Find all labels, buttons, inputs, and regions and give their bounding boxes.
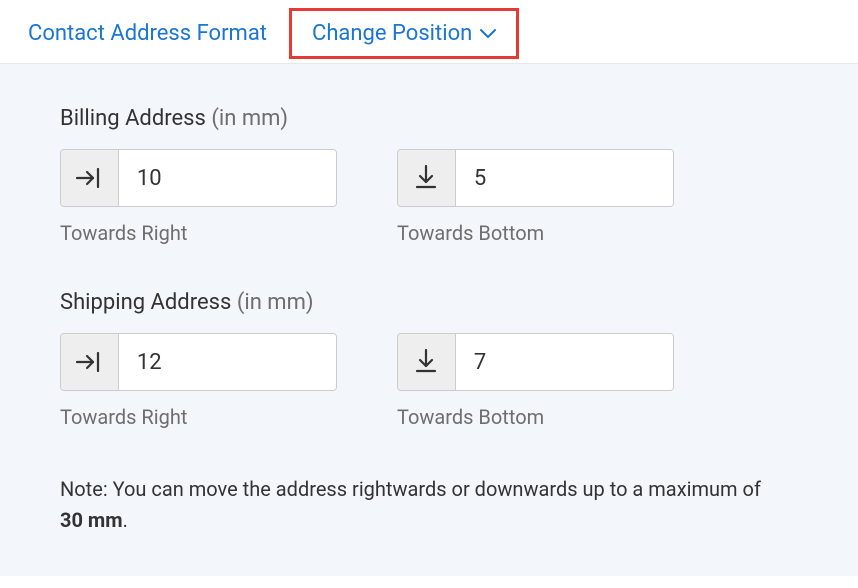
tab-change-position-label: Change Position — [312, 21, 472, 46]
shipping-right-input[interactable] — [119, 334, 336, 390]
note-text: Note: You can move the address rightward… — [60, 474, 780, 536]
shipping-right-field: Towards Right — [60, 333, 337, 429]
shipping-bottom-input[interactable] — [456, 334, 673, 390]
billing-right-input[interactable] — [119, 150, 336, 206]
billing-address-title-text: Billing Address — [60, 106, 206, 131]
shipping-bottom-input-group — [397, 333, 674, 391]
note-suffix: . — [123, 508, 128, 532]
arrow-down-bar-icon — [398, 150, 456, 206]
shipping-right-hint: Towards Right — [60, 405, 337, 429]
shipping-address-title-text: Shipping Address — [60, 290, 231, 315]
tab-change-position[interactable]: Change Position — [289, 8, 519, 59]
note-max: 30 mm — [60, 508, 123, 532]
billing-address-title: Billing Address (in mm) — [60, 106, 798, 131]
change-position-panel: Billing Address (in mm) Towards Right To… — [0, 64, 858, 576]
shipping-address-title: Shipping Address (in mm) — [60, 290, 798, 315]
note-prefix: Note: You can move the address rightward… — [60, 477, 761, 501]
shipping-address-unit: (in mm) — [237, 290, 314, 315]
billing-bottom-hint: Towards Bottom — [397, 221, 674, 245]
arrow-right-bar-icon — [61, 150, 119, 206]
shipping-row: Towards Right Towards Bottom — [60, 333, 798, 429]
billing-row: Towards Right Towards Bottom — [60, 149, 798, 245]
shipping-right-input-group — [60, 333, 337, 391]
billing-right-input-group — [60, 149, 337, 207]
shipping-bottom-field: Towards Bottom — [397, 333, 674, 429]
arrow-down-bar-icon — [398, 334, 456, 390]
arrow-right-bar-icon — [61, 334, 119, 390]
tab-contact-address-format[interactable]: Contact Address Format — [28, 21, 267, 46]
chevron-down-icon — [480, 29, 496, 39]
billing-right-hint: Towards Right — [60, 221, 337, 245]
billing-bottom-field: Towards Bottom — [397, 149, 674, 245]
shipping-bottom-hint: Towards Bottom — [397, 405, 674, 429]
billing-bottom-input-group — [397, 149, 674, 207]
billing-address-unit: (in mm) — [211, 106, 288, 131]
billing-bottom-input[interactable] — [456, 150, 673, 206]
billing-right-field: Towards Right — [60, 149, 337, 245]
tabs-bar: Contact Address Format Change Position — [0, 0, 858, 64]
